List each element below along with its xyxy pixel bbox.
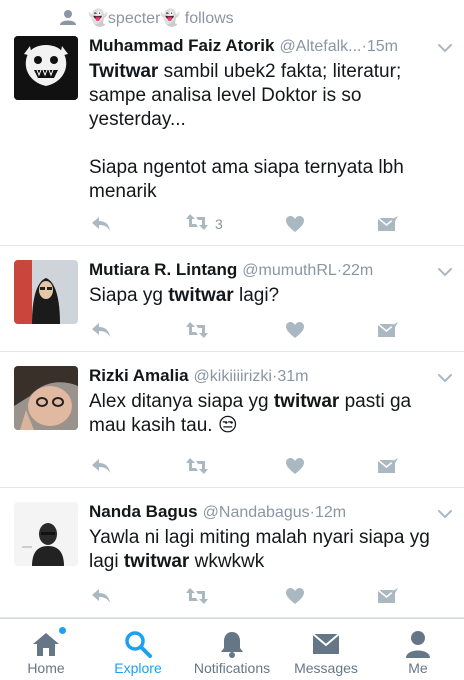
username[interactable]: @Nandabagus — [203, 504, 310, 522]
tweet-content: Rizki Amalia @kikiiiirizki · 31m Alex di… — [89, 366, 452, 438]
tab-notifications[interactable]: Notifications — [184, 619, 280, 680]
direct-message-icon[interactable] — [377, 321, 399, 339]
tab-label: Explore — [114, 660, 162, 676]
tweet-content: Nanda Bagus @Nandabagus · 12m Yawla ni l… — [89, 502, 452, 574]
display-name[interactable]: Nanda Bagus — [89, 502, 198, 522]
tweet-header: Nanda Bagus @Nandabagus · 12m — [89, 502, 452, 524]
timestamp[interactable]: 31m — [277, 368, 308, 386]
display-name[interactable]: Mutiara R. Lintang — [89, 260, 237, 280]
tweet[interactable]: Muhammad Faiz Atorik @Altefalk... · 15m … — [0, 28, 464, 246]
direct-message-icon[interactable] — [377, 457, 399, 475]
timestamp[interactable]: 22m — [342, 262, 373, 280]
chevron-down-icon[interactable] — [438, 38, 452, 58]
tweet-actions — [89, 584, 399, 608]
tweet-header: Muhammad Faiz Atorik @Altefalk... · 15m — [89, 36, 452, 58]
heart-icon[interactable] — [285, 587, 305, 605]
tweet-text: Alex ditanya siapa yg twitwar pasti ga m… — [89, 390, 452, 438]
notification-dot — [59, 627, 66, 634]
hashtag-highlight: Twitwar — [89, 61, 159, 82]
tweet[interactable]: Nanda Bagus @Nandabagus · 12m Yawla ni l… — [0, 488, 464, 618]
heart-icon[interactable] — [285, 321, 305, 339]
envelope-icon — [312, 629, 340, 659]
retweet-count: 3 — [215, 216, 223, 232]
direct-message-icon[interactable] — [377, 215, 399, 233]
heart-icon[interactable] — [285, 457, 305, 475]
chevron-down-icon[interactable] — [438, 368, 452, 388]
username[interactable]: @Altefalk... — [279, 38, 361, 56]
person-icon — [405, 629, 431, 659]
timestamp[interactable]: 12m — [315, 504, 346, 522]
tweet-text-body: sambil ubek2 fakta; literatur; sampe ana… — [89, 61, 404, 202]
reply-icon[interactable] — [91, 457, 111, 475]
tweet-actions: 3 — [89, 212, 399, 236]
username[interactable]: @mumuthRL — [242, 262, 337, 280]
tweet-text-body: Alex ditanya siapa yg — [89, 391, 274, 412]
reply-icon[interactable] — [91, 321, 111, 339]
tweet-text: Twitwar sambil ubek2 fakta; literatur; s… — [89, 60, 452, 204]
reply-icon[interactable] — [91, 587, 111, 605]
tab-label: Home — [27, 660, 65, 676]
tweet-text-body: lagi? — [233, 285, 280, 306]
chevron-down-icon[interactable] — [438, 504, 452, 524]
username[interactable]: @kikiiiirizki — [194, 368, 272, 386]
heart-icon[interactable] — [285, 215, 305, 233]
hashtag-highlight: twitwar — [168, 285, 234, 306]
retweet-icon[interactable] — [185, 321, 209, 339]
tweet[interactable]: Mutiara R. Lintang @mumuthRL · 22m Siapa… — [0, 246, 464, 352]
tweet-text-body: Siapa yg — [89, 285, 169, 306]
search-icon — [124, 629, 152, 659]
hashtag-highlight: twitwar — [123, 551, 190, 572]
tab-label: Notifications — [193, 660, 271, 676]
retweet-icon[interactable] — [185, 587, 209, 605]
person-icon — [60, 9, 76, 30]
chevron-down-icon[interactable] — [438, 262, 452, 282]
retweet-icon[interactable] — [185, 457, 209, 475]
tweet-text: Yawla ni lagi miting malah nyari siapa y… — [89, 526, 452, 574]
tweet-text-body: wkwkwk — [189, 551, 265, 572]
tab-label: Messages — [294, 660, 358, 676]
tweet-header: Mutiara R. Lintang @mumuthRL · 22m — [89, 260, 452, 282]
tab-home[interactable]: Home — [0, 619, 92, 680]
reply-icon[interactable] — [91, 215, 111, 233]
tweet-text: Siapa yg twitwar lagi? — [89, 284, 452, 308]
tab-bar: Home Explore Notifications Messages Me — [0, 618, 464, 680]
retweet-icon — [185, 213, 209, 236]
tab-me[interactable]: Me — [372, 619, 464, 680]
avatar[interactable] — [14, 366, 78, 430]
hashtag-highlight: twitwar — [273, 391, 340, 412]
tweet-actions — [89, 318, 399, 342]
display-name[interactable]: Rizki Amalia — [89, 366, 189, 386]
tab-label: Me — [408, 660, 428, 676]
tweet-content: Muhammad Faiz Atorik @Altefalk... · 15m … — [89, 36, 452, 204]
avatar[interactable] — [14, 36, 78, 100]
tweet[interactable]: Rizki Amalia @kikiiiirizki · 31m Alex di… — [0, 352, 464, 488]
direct-message-icon[interactable] — [377, 587, 399, 605]
display-name[interactable]: Muhammad Faiz Atorik — [89, 36, 274, 56]
tweet-header: Rizki Amalia @kikiiiirizki · 31m — [89, 366, 452, 388]
tab-explore[interactable]: Explore — [92, 619, 184, 680]
timestamp[interactable]: 15m — [367, 38, 398, 56]
bell-icon — [219, 629, 245, 659]
tweet-content: Mutiara R. Lintang @mumuthRL · 22m Siapa… — [89, 260, 452, 308]
tweet-actions — [89, 454, 399, 478]
tab-messages[interactable]: Messages — [280, 619, 372, 680]
social-context-text[interactable]: 👻specter👻 follows — [88, 8, 234, 28]
retweet-button[interactable]: 3 — [185, 213, 223, 236]
avatar[interactable] — [14, 502, 78, 566]
home-icon — [32, 627, 66, 659]
avatar[interactable] — [14, 260, 78, 324]
